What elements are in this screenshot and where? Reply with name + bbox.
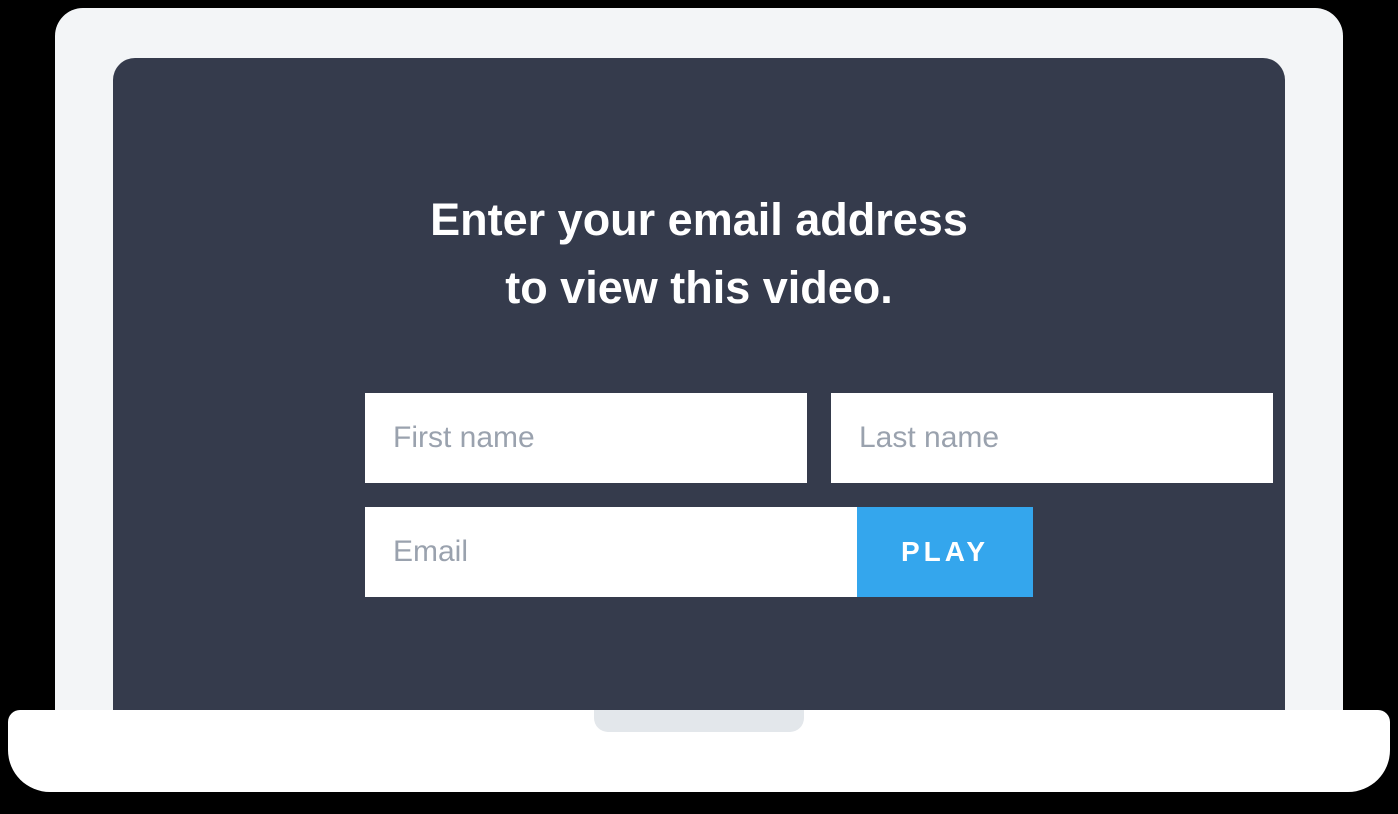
- gate-heading: Enter your email address to view this vi…: [430, 186, 968, 321]
- name-row: [365, 393, 1033, 483]
- email-input[interactable]: [365, 507, 857, 597]
- laptop-base: [8, 710, 1390, 792]
- play-button[interactable]: PLAY: [857, 507, 1033, 597]
- laptop-screen-bezel: Enter your email address to view this vi…: [55, 8, 1343, 710]
- gate-heading-line2: to view this video.: [505, 262, 893, 313]
- video-gate-overlay: Enter your email address to view this vi…: [113, 58, 1285, 710]
- first-name-input[interactable]: [365, 393, 807, 483]
- last-name-input[interactable]: [831, 393, 1273, 483]
- email-row: PLAY: [365, 507, 1033, 597]
- gate-heading-line1: Enter your email address: [430, 194, 968, 245]
- laptop-trackpad-notch: [594, 710, 804, 732]
- laptop-illustration: Enter your email address to view this vi…: [0, 0, 1398, 814]
- gate-form: PLAY: [365, 393, 1033, 597]
